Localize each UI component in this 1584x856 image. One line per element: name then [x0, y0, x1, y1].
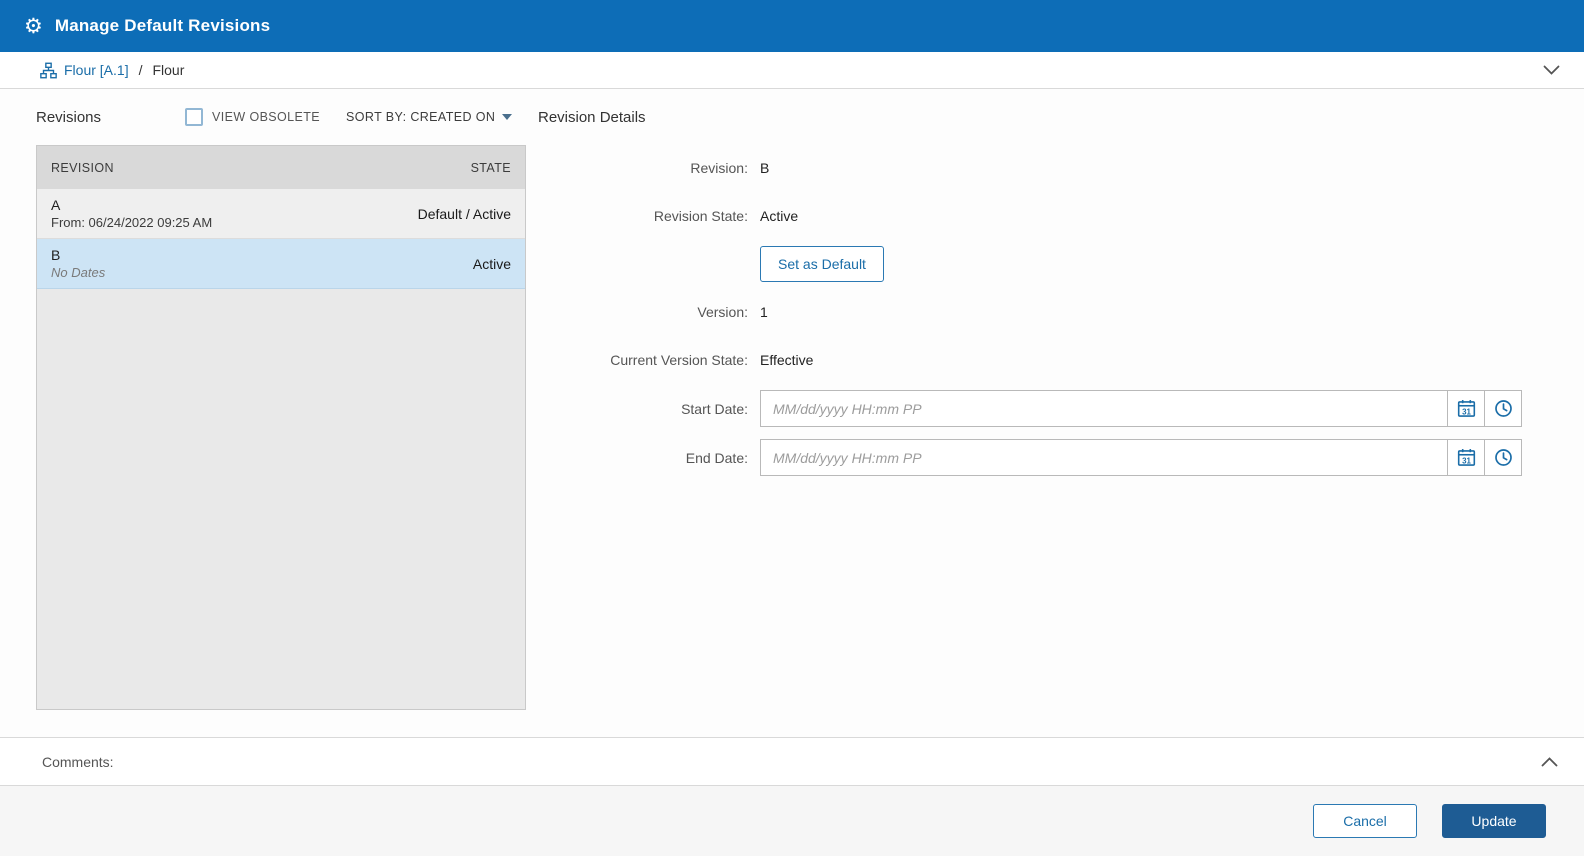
- breadcrumb-item-link[interactable]: Flour [A.1]: [40, 62, 129, 79]
- chevron-up-icon: [1541, 757, 1558, 767]
- revision-state-value: Active: [760, 208, 799, 224]
- revision-list: REVISION STATE A From: 06/24/2022 09:25 …: [36, 145, 526, 710]
- cancel-button[interactable]: Cancel: [1313, 804, 1417, 838]
- revision-details-heading: Revision Details: [538, 108, 646, 126]
- dialog-title: Manage Default Revisions: [54, 16, 271, 35]
- clock-icon: [1494, 400, 1512, 417]
- revision-cell: A From: 06/24/2022 09:25 AM: [51, 197, 212, 230]
- column-header-revision: REVISION: [51, 160, 114, 175]
- gear-icon: ⚙: [24, 14, 43, 38]
- revision-field-row: Revision: B: [538, 150, 1544, 186]
- hierarchy-icon: [40, 62, 57, 79]
- breadcrumb: Flour [A.1] / Flour: [0, 52, 1584, 89]
- revision-state: Default / Active: [417, 205, 511, 222]
- end-date-calendar-button[interactable]: 31: [1447, 439, 1485, 476]
- panel-controls-row: Revisions VIEW OBSOLETE SORT BY: CREATED…: [0, 89, 1584, 145]
- content-columns: REVISION STATE A From: 06/24/2022 09:25 …: [0, 145, 1584, 710]
- revision-letter: A: [51, 197, 61, 213]
- revision-details-form: Revision: B Revision State: Active Set a…: [538, 145, 1584, 488]
- end-date-group: 31: [760, 439, 1522, 476]
- svg-text:31: 31: [1462, 456, 1471, 465]
- caret-down-icon: [502, 114, 513, 120]
- start-date-time-button[interactable]: [1484, 390, 1522, 427]
- revision-row-b-selected[interactable]: B No Dates Active: [37, 239, 525, 289]
- column-header-state: STATE: [470, 160, 511, 175]
- start-date-input[interactable]: [760, 390, 1448, 427]
- clock-icon: [1494, 449, 1512, 466]
- view-obsolete-label: VIEW OBSOLETE: [212, 110, 321, 124]
- current-version-state-row: Current Version State: Effective: [538, 342, 1544, 378]
- update-button[interactable]: Update: [1442, 804, 1546, 838]
- start-date-row: Start Date: 31: [538, 390, 1544, 427]
- dialog-titlebar: ⚙ Manage Default Revisions: [0, 0, 1584, 52]
- version-row: Version: 1: [538, 294, 1544, 330]
- version-label: Version:: [697, 304, 748, 320]
- revision-dates: From: 06/24/2022 09:25 AM: [51, 215, 213, 230]
- comments-collapse-button[interactable]: [1541, 756, 1558, 767]
- dialog-footer: Cancel Update: [0, 786, 1584, 856]
- version-value: 1: [760, 304, 768, 320]
- breadcrumb-collapse-button[interactable]: [1543, 65, 1560, 76]
- end-date-label: End Date:: [685, 449, 748, 466]
- breadcrumb-separator: /: [138, 62, 143, 78]
- chevron-down-icon: [1543, 65, 1560, 75]
- revision-field-value: B: [760, 160, 770, 176]
- comments-section: Comments:: [0, 737, 1584, 786]
- main-content: Revisions VIEW OBSOLETE SORT BY: CREATED…: [0, 89, 1584, 737]
- view-obsolete-checkbox[interactable]: [185, 108, 204, 126]
- revision-row-a[interactable]: A From: 06/24/2022 09:25 AM Default / Ac…: [37, 189, 525, 239]
- revisions-heading: Revisions: [36, 108, 102, 126]
- current-version-state-value: Effective: [760, 352, 814, 368]
- breadcrumb-current: Flour: [152, 62, 185, 78]
- revision-state-row: Revision State: Active: [538, 198, 1544, 234]
- comments-label: Comments:: [42, 753, 114, 770]
- sort-by-label: SORT BY: CREATED ON: [346, 110, 496, 124]
- revision-state-label: Revision State:: [653, 208, 748, 224]
- revision-state: Active: [472, 255, 511, 272]
- set-default-row: Set as Default: [538, 246, 1544, 282]
- calendar-icon: 31: [1457, 449, 1475, 466]
- start-date-label: Start Date:: [681, 400, 748, 417]
- breadcrumb-link-label: Flour [A.1]: [64, 62, 129, 78]
- end-date-input[interactable]: [760, 439, 1448, 476]
- revision-letter: B: [51, 247, 61, 263]
- revision-dates: No Dates: [51, 265, 106, 280]
- view-obsolete-control[interactable]: VIEW OBSOLETE: [185, 108, 320, 126]
- end-date-time-button[interactable]: [1484, 439, 1522, 476]
- calendar-icon: 31: [1457, 400, 1475, 417]
- end-date-row: End Date: 31: [538, 439, 1544, 476]
- start-date-calendar-button[interactable]: 31: [1447, 390, 1485, 427]
- revisions-controls: Revisions VIEW OBSOLETE SORT BY: CREATED…: [36, 108, 526, 126]
- revision-field-label: Revision:: [690, 160, 748, 176]
- sort-by-dropdown[interactable]: SORT BY: CREATED ON: [346, 110, 513, 124]
- revision-list-header: REVISION STATE: [37, 146, 525, 189]
- start-date-group: 31: [760, 390, 1522, 427]
- set-as-default-button[interactable]: Set as Default: [760, 246, 884, 282]
- current-version-state-label: Current Version State:: [610, 352, 748, 368]
- svg-text:31: 31: [1462, 407, 1471, 416]
- revision-cell: B No Dates: [51, 247, 105, 280]
